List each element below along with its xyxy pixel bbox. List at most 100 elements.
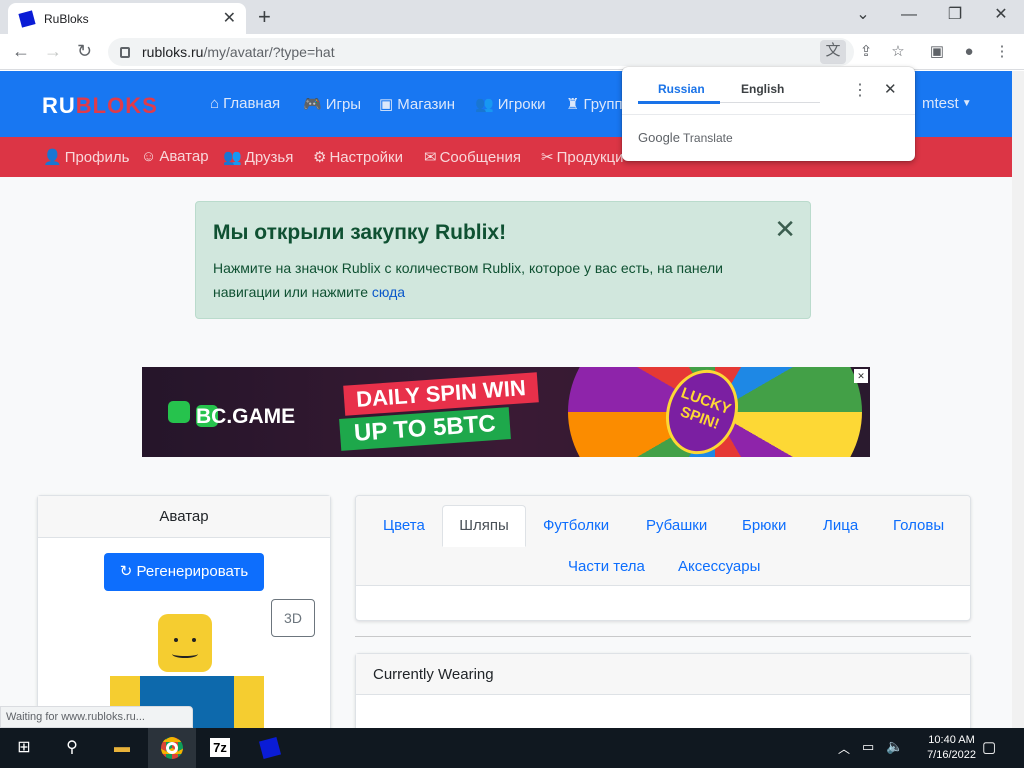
windows-start-icon[interactable]: ⊞ — [0, 728, 48, 768]
avatar-icon: ☺ — [141, 148, 157, 165]
gamepad-icon: 🎮 — [303, 96, 322, 113]
side-panel-icon[interactable]: ▣ — [926, 41, 948, 63]
tab-pants[interactable]: Брюки — [742, 517, 786, 534]
alert-link[interactable]: сюда — [372, 284, 405, 300]
close-icon[interactable]: ✕ — [774, 216, 796, 242]
new-tab-button[interactable]: + — [258, 5, 271, 29]
back-arrow-icon[interactable]: ← — [12, 40, 30, 62]
subnav-products[interactable]: ✂ Продукци — [541, 148, 624, 167]
store-icon: ▣ — [379, 96, 394, 113]
ad-banner[interactable]: BC.GAME DAILY SPIN WIN UP TO 5BTC LUCKY … — [142, 367, 870, 457]
tab-search-chevron-down-icon[interactable]: ⌄ — [840, 4, 886, 26]
bookmark-star-icon[interactable]: ☆ — [887, 41, 909, 63]
avatar-arm-right — [234, 676, 264, 728]
section-divider — [355, 636, 971, 637]
alert-text: Нажмите на значок Rublix с количеством R… — [213, 260, 723, 300]
subnav-profile-label: Профиль — [64, 148, 130, 166]
translate-icon[interactable]: 文 — [820, 40, 846, 64]
nav-store[interactable]: ▣ Магазин — [379, 95, 455, 114]
subnav-profile[interactable]: 👤 Профиль — [43, 148, 130, 167]
tab-heads[interactable]: Головы — [893, 517, 944, 534]
rubloks-app-icon[interactable] — [246, 728, 294, 768]
nav-home[interactable]: ⌂ Главная — [210, 95, 280, 112]
refresh-icon: ↻ — [119, 563, 137, 580]
subnav-settings-label: Настройки — [329, 148, 404, 166]
subnav-friends-label: Друзья — [244, 148, 294, 166]
url-host: rubloks.ru — [142, 44, 204, 60]
7zip-icon[interactable]: 7z — [196, 728, 244, 768]
logo-part-b: BLOKS — [75, 93, 158, 118]
item-category-card: Шляпы Цвета Футболки Рубашки Брюки Лица … — [355, 495, 971, 621]
close-window-button[interactable]: ✕ — [978, 4, 1024, 26]
nav-groups[interactable]: ♜ Групп — [566, 95, 623, 114]
clock-date: 7/16/2022 — [927, 749, 976, 761]
user-menu-dropdown[interactable]: mtest ▼ — [922, 95, 976, 112]
lock-icon — [120, 46, 130, 58]
subnav-friends[interactable]: 👥 Друзья — [223, 148, 294, 167]
tray-chevron-up-icon[interactable]: ︿ — [838, 740, 850, 757]
google-translate-brand: Google Translate — [638, 130, 733, 145]
subnav-avatar[interactable]: ☺ Аватар — [141, 148, 209, 165]
windows-taskbar: ⊞ ⚲ ▬ 7z ︿ ▭ 🔈 10:40 AM 7/16/2022 ▢ — [0, 728, 1024, 768]
more-options-icon[interactable]: ⋮ — [852, 80, 868, 100]
nav-players[interactable]: 👥 Игроки — [475, 95, 546, 114]
reload-icon[interactable]: ↻ — [77, 40, 92, 62]
address-bar[interactable]: rubloks.ru/my/avatar/?type=hat — [108, 38, 854, 66]
minimize-window-button[interactable]: — — [886, 4, 932, 26]
popup-divider — [622, 114, 915, 115]
restore-window-button[interactable]: ❐ — [932, 4, 978, 26]
search-icon[interactable]: ⚲ — [48, 728, 96, 768]
bc-logo-icon — [168, 401, 190, 423]
tab-faces[interactable]: Лица — [823, 517, 858, 534]
tab-title: RuBloks — [44, 11, 89, 26]
caret-down-icon: ▼ — [961, 98, 972, 109]
view-3d-button[interactable]: 3D — [271, 599, 315, 637]
user-menu-label: mtest — [922, 95, 959, 112]
kebab-menu-icon[interactable]: ⋮ — [991, 41, 1013, 63]
system-clock[interactable]: 10:40 AM 7/16/2022 — [927, 733, 976, 763]
avatar-card-header: Аватар — [38, 496, 330, 538]
subnav-messages-label: Сообщения — [439, 148, 521, 166]
notifications-icon[interactable]: ▢ — [982, 738, 996, 756]
subnav-messages[interactable]: ✉ Сообщения — [424, 148, 521, 167]
tab-shirts[interactable]: Рубашки — [646, 517, 707, 534]
tab-hats[interactable]: Шляпы — [442, 505, 526, 547]
nav-games[interactable]: 🎮 Игры — [303, 95, 362, 114]
nav-games-label: Игры — [325, 95, 362, 113]
home-icon: ⌂ — [210, 95, 220, 112]
tab-colors[interactable]: Цвета — [383, 517, 425, 534]
page-scrollbar[interactable] — [1012, 71, 1024, 728]
tab-accessories[interactable]: Аксессуары — [678, 558, 760, 575]
subnav-settings[interactable]: ⚙ Настройки — [313, 148, 404, 167]
share-icon[interactable]: ⇪ — [855, 41, 877, 63]
regenerate-button[interactable]: ↻ Регенерировать — [104, 553, 264, 591]
close-tab-icon[interactable]: ✕ — [223, 10, 236, 27]
lang-tab-english[interactable]: English — [741, 82, 784, 96]
browser-tab[interactable]: RuBloks ✕ — [8, 3, 246, 34]
browser-toolbar: ← → ↻ rubloks.ru/my/avatar/?type=hat 文 ⇪… — [0, 34, 1024, 70]
translate-wordmark: Translate — [683, 131, 733, 145]
regenerate-label: Регенерировать — [136, 563, 249, 580]
tab-tshirts[interactable]: Футболки — [543, 517, 609, 534]
currently-wearing-header: Currently Wearing — [356, 654, 970, 695]
nav-home-label: Главная — [223, 95, 281, 112]
currently-wearing-card: Currently Wearing — [355, 653, 971, 728]
site-logo[interactable]: RUBLOKS — [42, 93, 158, 119]
ad-brand-label: BC.GAME — [196, 405, 296, 428]
file-explorer-icon[interactable]: ▬ — [98, 728, 146, 768]
profile-avatar-icon[interactable]: ● — [958, 41, 980, 63]
avatar-smile — [172, 650, 198, 658]
google-wordmark: Google — [638, 130, 680, 145]
volume-icon[interactable]: 🔈 — [886, 738, 903, 755]
ad-choices-icon[interactable]: ✕ — [854, 369, 868, 383]
site-favicon-icon — [18, 9, 36, 28]
avatar-head — [158, 614, 212, 672]
status-bubble: Waiting for www.rubloks.ru... — [0, 706, 193, 728]
chrome-icon[interactable] — [148, 728, 196, 768]
network-icon[interactable]: ▭ — [862, 739, 874, 755]
forward-arrow-icon[interactable]: → — [44, 40, 62, 62]
close-popup-icon[interactable]: ✕ — [884, 80, 897, 98]
subnav-avatar-label: Аватар — [159, 148, 209, 165]
lang-tab-russian[interactable]: Russian — [658, 82, 705, 96]
tab-body-parts[interactable]: Части тела — [568, 558, 645, 575]
